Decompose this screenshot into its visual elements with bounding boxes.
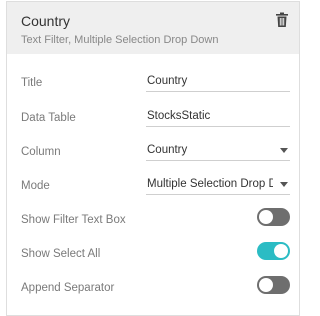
show-select-all-label: Show Select All [21, 248, 101, 260]
chevron-down-icon [280, 148, 288, 153]
toggle-knob [274, 244, 288, 258]
append-separator-toggle[interactable] [257, 276, 290, 294]
toggle-knob [259, 210, 273, 224]
data-table-label: Data Table [21, 112, 76, 124]
column-row: Column Country [7, 139, 301, 169]
filter-settings-panel: Country Text Filter, Multiple Selection … [0, 0, 308, 316]
panel-header: Country Text Filter, Multiple Selection … [6, 1, 300, 54]
data-table-row: Data Table StocksStatic [7, 105, 301, 135]
column-dropdown-value: Country [147, 144, 188, 156]
mode-dropdown-value: Multiple Selection Drop Down [147, 178, 273, 190]
title-row: Title Country [7, 70, 301, 100]
show-filter-text-box-label: Show Filter Text Box [21, 214, 126, 226]
append-separator-row: Append Separator [7, 275, 301, 305]
data-table-input-value: StocksStatic [147, 110, 211, 122]
mode-label: Mode [21, 180, 50, 192]
mode-dropdown[interactable]: Multiple Selection Drop Down [146, 173, 290, 195]
panel-title: Country [21, 13, 71, 29]
title-input-value: Country [147, 75, 188, 87]
mode-row: Mode Multiple Selection Drop Down [7, 173, 301, 203]
column-dropdown[interactable]: Country [146, 139, 290, 161]
append-separator-label: Append Separator [21, 282, 115, 294]
show-select-all-row: Show Select All [7, 241, 301, 271]
chevron-down-icon [280, 182, 288, 187]
column-label: Column [21, 146, 61, 158]
title-input[interactable]: Country [146, 70, 290, 92]
show-filter-text-box-row: Show Filter Text Box [7, 207, 301, 237]
toggle-knob [259, 278, 273, 292]
title-label: Title [21, 77, 43, 89]
panel-subtitle: Text Filter, Multiple Selection Drop Dow… [21, 34, 219, 46]
panel-body: Title Country Data Table StocksStatic Co… [6, 54, 300, 316]
show-select-all-toggle[interactable] [257, 242, 290, 260]
trash-icon[interactable] [275, 12, 289, 28]
data-table-input[interactable]: StocksStatic [146, 105, 290, 127]
show-filter-text-box-toggle[interactable] [257, 208, 290, 226]
